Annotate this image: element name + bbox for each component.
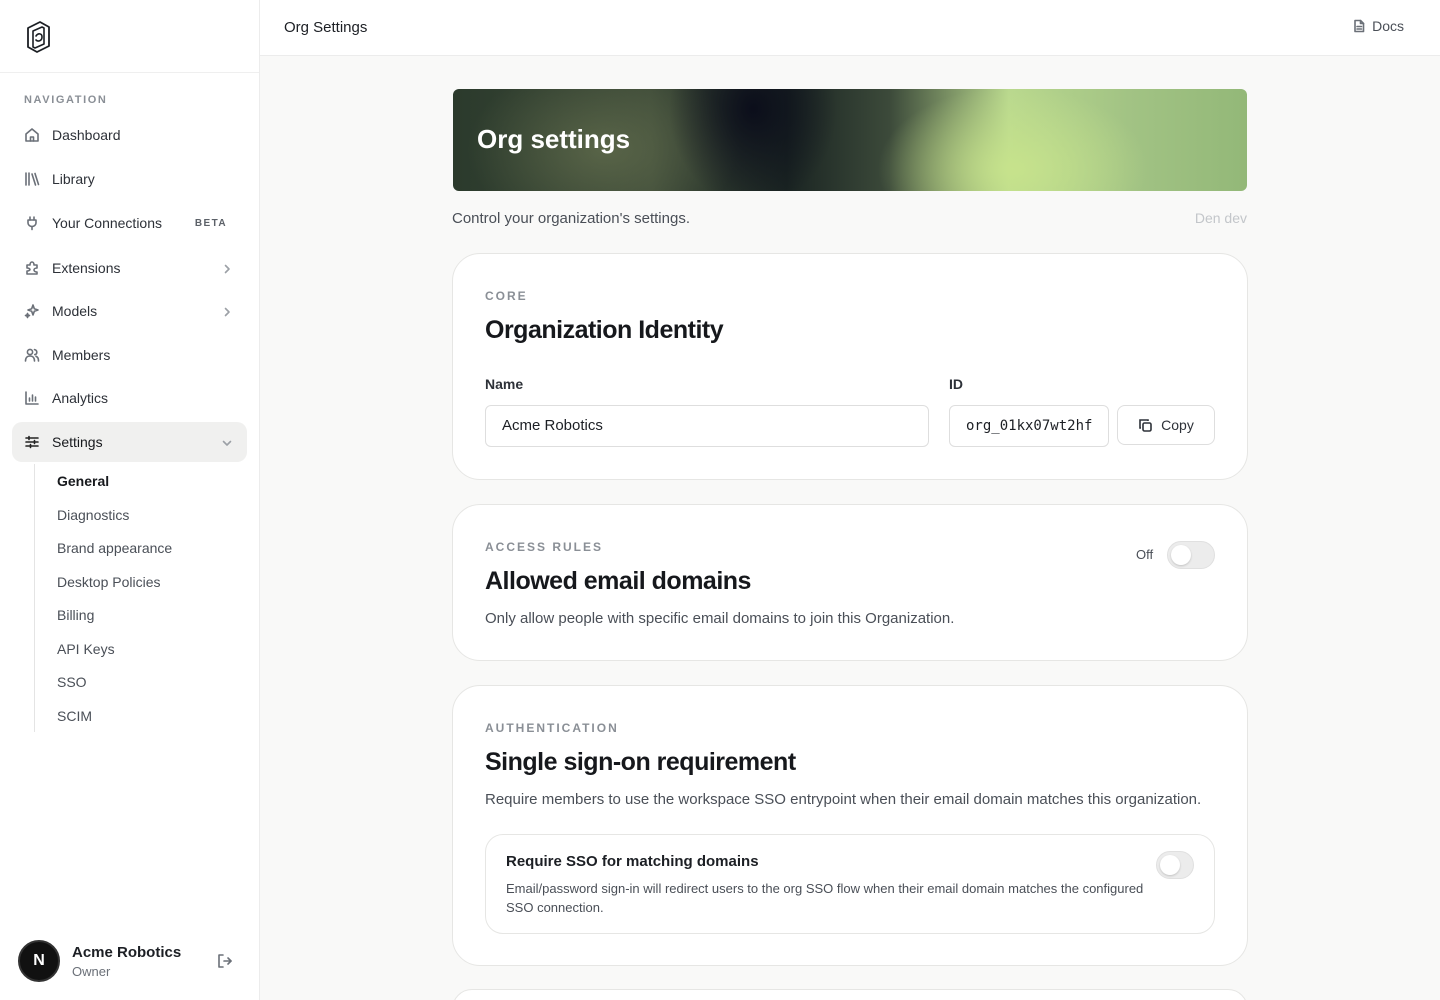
copy-id-button[interactable]: Copy bbox=[1117, 405, 1215, 445]
banner-title: Org settings bbox=[477, 124, 631, 154]
logo-area bbox=[0, 0, 259, 73]
identity-eyebrow: CORE bbox=[485, 289, 528, 303]
identity-title: Organization Identity bbox=[485, 316, 724, 344]
subnav-item-api-keys[interactable]: API Keys bbox=[57, 639, 115, 659]
docs-label: Docs bbox=[1372, 18, 1404, 34]
settings-subnav: General Diagnostics Brand appearance Des… bbox=[34, 464, 234, 732]
copy-icon bbox=[1139, 418, 1152, 432]
subnav-item-scim[interactable]: SCIM bbox=[57, 706, 92, 726]
sidebar-item-dashboard[interactable]: Dashboard bbox=[12, 115, 247, 155]
page-title: Org Settings bbox=[284, 19, 368, 36]
sidebar-item-library[interactable]: Library bbox=[12, 159, 247, 199]
chevron-right-icon bbox=[221, 305, 233, 317]
user-block: N Acme Robotics Owner bbox=[18, 940, 248, 984]
subnav-item-general[interactable]: General bbox=[57, 471, 109, 491]
chevron-right-icon bbox=[221, 262, 233, 274]
toggle-knob bbox=[1160, 855, 1180, 875]
domains-title: Allowed email domains bbox=[485, 567, 751, 595]
library-icon bbox=[24, 171, 40, 187]
sidebar-item-label: Dashboard bbox=[52, 127, 121, 143]
org-name-input[interactable]: Acme Robotics bbox=[485, 405, 929, 447]
page-subtitle: Control your organization's settings. bbox=[452, 210, 690, 227]
identity-card: CORE Organization Identity Name Acme Rob… bbox=[452, 253, 1248, 480]
avatar[interactable]: N bbox=[18, 940, 60, 982]
sidebar-item-label: Library bbox=[52, 171, 95, 187]
subnav-item-sso[interactable]: SSO bbox=[57, 672, 87, 692]
beta-badge: BETA bbox=[194, 217, 227, 229]
sliders-icon bbox=[24, 434, 40, 450]
chevron-down-icon bbox=[221, 436, 233, 448]
sidebar-item-settings[interactable]: Settings bbox=[12, 422, 247, 462]
sidebar-item-label: Your Connections bbox=[52, 215, 163, 231]
id-label: ID bbox=[949, 376, 963, 392]
subnav-item-brand-appearance[interactable]: Brand appearance bbox=[57, 538, 172, 558]
domains-toggle[interactable] bbox=[1167, 541, 1215, 569]
org-id-field[interactable]: org_01kx07wt2hf bbox=[949, 405, 1109, 447]
users-icon bbox=[24, 347, 40, 363]
require-sso-title: Require SSO for matching domains bbox=[506, 853, 759, 870]
domains-toggle-label: Off bbox=[1136, 547, 1154, 562]
sidebar-item-label: Members bbox=[52, 347, 111, 363]
puzzle-icon bbox=[24, 260, 40, 276]
app-logo-icon[interactable] bbox=[22, 20, 52, 54]
topbar: Org Settings Docs bbox=[260, 0, 1440, 56]
logout-icon[interactable] bbox=[216, 952, 234, 970]
domains-eyebrow: ACCESS RULES bbox=[485, 540, 604, 554]
bar-chart-icon bbox=[24, 390, 40, 406]
require-sso-toggle[interactable] bbox=[1156, 851, 1194, 879]
sidebar-item-label: Analytics bbox=[52, 390, 109, 406]
subnav-item-billing[interactable]: Billing bbox=[57, 605, 94, 625]
page-banner: Org settings bbox=[453, 89, 1247, 191]
document-icon bbox=[1354, 19, 1365, 33]
sidebar-item-models[interactable]: Models bbox=[12, 291, 247, 331]
nav-heading: NAVIGATION bbox=[24, 94, 108, 106]
sidebar: NAVIGATION Dashboard Library Your Connec… bbox=[0, 0, 260, 1000]
sparkles-icon bbox=[24, 303, 40, 319]
sidebar-item-analytics[interactable]: Analytics bbox=[12, 378, 247, 418]
home-icon bbox=[24, 127, 40, 143]
sidebar-item-extensions[interactable]: Extensions bbox=[12, 248, 247, 288]
subnav-item-diagnostics[interactable]: Diagnostics bbox=[57, 505, 129, 525]
name-label: Name bbox=[485, 376, 524, 392]
next-card bbox=[452, 989, 1248, 1000]
sidebar-item-connections[interactable]: Your Connections BETA bbox=[12, 203, 247, 243]
sidebar-item-members[interactable]: Members bbox=[12, 335, 247, 375]
require-sso-description: Email/password sign-in will redirect use… bbox=[506, 881, 1144, 915]
plug-icon bbox=[24, 215, 40, 231]
require-sso-option: Require SSO for matching domains Email/p… bbox=[485, 834, 1215, 934]
sso-title: Single sign-on requirement bbox=[485, 748, 796, 776]
copy-label: Copy bbox=[1161, 417, 1194, 433]
user-role: Owner bbox=[72, 964, 111, 979]
docs-link[interactable]: Docs bbox=[1352, 18, 1404, 34]
user-name: Acme Robotics bbox=[72, 944, 182, 961]
sidebar-item-label: Models bbox=[52, 303, 98, 319]
sso-description: Require members to use the workspace SSO… bbox=[485, 791, 1202, 808]
subnav-item-desktop-policies[interactable]: Desktop Policies bbox=[57, 572, 161, 592]
environment-label: Den dev bbox=[1194, 210, 1247, 226]
domains-description: Only allow people with specific email do… bbox=[485, 610, 955, 627]
toggle-knob bbox=[1171, 545, 1191, 565]
sidebar-item-label: Settings bbox=[52, 434, 103, 450]
sso-card: AUTHENTICATION Single sign-on requiremen… bbox=[452, 685, 1248, 966]
sso-eyebrow: AUTHENTICATION bbox=[485, 721, 619, 735]
sidebar-item-label: Extensions bbox=[52, 260, 121, 276]
email-domains-card: ACCESS RULES Allowed email domains Only … bbox=[452, 504, 1248, 661]
